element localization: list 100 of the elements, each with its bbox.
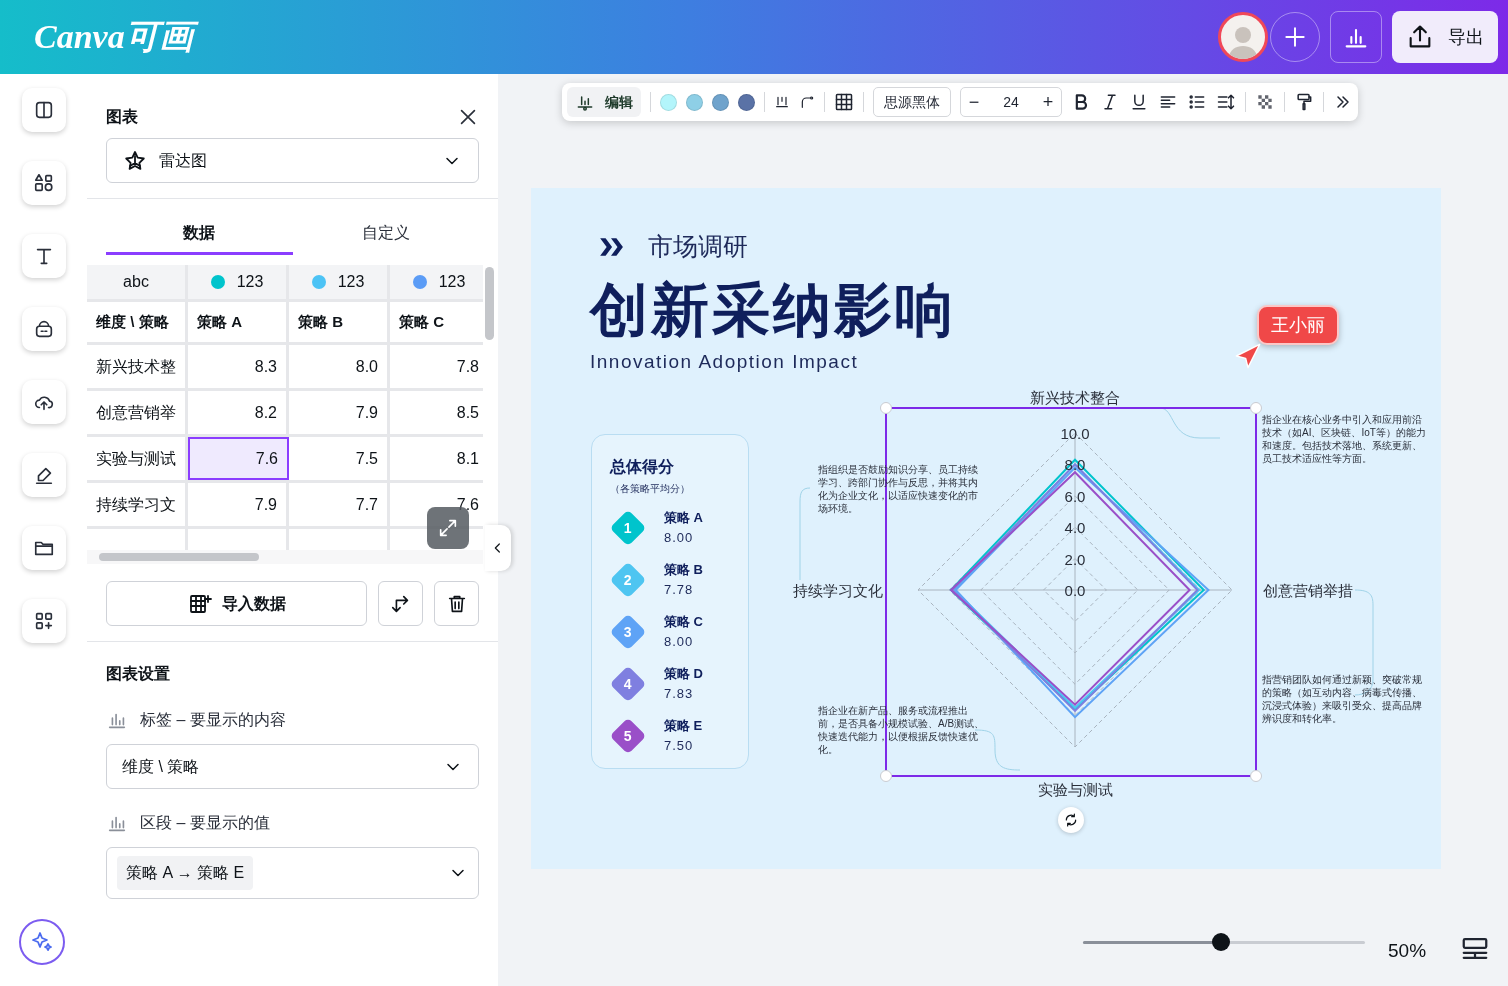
grid-icon[interactable] <box>834 92 854 112</box>
tick-label: 2.0 <box>1064 550 1086 568</box>
paint-roller-icon[interactable] <box>1294 92 1314 112</box>
logo: Canva可画 <box>32 15 203 59</box>
annotation-text: 指营销团队如何通过新颖、突破常规的策略（如互动内容、病毒式传播、沉浸式体验）来吸引受众、提高品牌辨识度和转化率。 <box>1262 673 1423 725</box>
strategy-score: 7.50 <box>664 736 695 755</box>
card-title: 总体得分 <box>610 457 675 477</box>
font-size-value[interactable]: 24 <box>987 91 1035 113</box>
segment-chip: 策略 A → 策略 E <box>117 856 254 890</box>
column-type-label: 123 <box>236 272 264 292</box>
underline-icon[interactable] <box>1129 92 1149 112</box>
shapes-button[interactable] <box>21 161 66 205</box>
table-cell[interactable]: 8.1 <box>390 437 483 480</box>
decrease-button[interactable]: − <box>961 88 987 116</box>
rotate-handle[interactable] <box>1058 807 1084 833</box>
table-cell[interactable]: 新兴技术整 <box>87 345 188 388</box>
folder-button[interactable] <box>21 526 66 570</box>
axis-label: 持续学习文化 <box>793 582 883 599</box>
table-cell[interactable]: 8.0 <box>289 345 390 388</box>
table-cell[interactable]: 7.5 <box>289 437 390 480</box>
segment-dropdown[interactable]: 策略 A → 策略 E <box>106 847 479 899</box>
panel-title: 图表 <box>106 107 138 127</box>
edit-chart-button[interactable]: 编辑 <box>567 87 641 117</box>
curve-icon[interactable] <box>799 94 815 110</box>
field-label: 区段 – 要显示的值 <box>140 813 270 833</box>
table-cell[interactable]: 7.8 <box>390 345 483 388</box>
strategy-score: 7.78 <box>664 580 695 599</box>
color-swatch[interactable] <box>712 93 729 111</box>
swap-button[interactable] <box>378 581 423 626</box>
add-collaborator-button[interactable] <box>1270 12 1320 62</box>
zoom-percentage[interactable]: 50% <box>1388 937 1427 966</box>
import-data-button[interactable]: 导入数据 <box>106 581 367 626</box>
label-dropdown[interactable]: 维度 \ 策略 <box>106 744 479 789</box>
font-dropdown[interactable]: 思源黑体 <box>873 87 951 117</box>
column-type-label: 123 <box>337 272 365 292</box>
horizontal-scrollbar[interactable] <box>87 550 483 564</box>
bullet-list-icon[interactable] <box>1187 92 1207 112</box>
strategy-name: 策略 D <box>664 665 703 683</box>
star-icon <box>123 148 147 173</box>
section-title: 图表设置 <box>105 664 171 684</box>
resize-handle <box>1250 402 1262 414</box>
color-swatch[interactable] <box>738 93 755 111</box>
increase-button[interactable]: + <box>1035 88 1061 116</box>
field-label: 标签 – 要显示的内容 <box>140 710 286 730</box>
table-cell[interactable]: 8.5 <box>390 391 483 434</box>
sparkle-icon <box>30 930 54 954</box>
export-button[interactable]: 导出 <box>1392 11 1498 63</box>
resize-handle <box>880 402 892 414</box>
column-header: 策略 A <box>188 302 289 342</box>
expand-icon <box>437 517 459 539</box>
avatar[interactable] <box>1218 12 1268 62</box>
resize-handle <box>880 770 892 782</box>
vertical-scrollbar[interactable] <box>485 267 494 340</box>
line-spacing-icon[interactable] <box>1216 92 1236 112</box>
axis-label: 新兴技术整合 <box>1030 390 1120 406</box>
resize-handle <box>1250 770 1262 782</box>
tab[interactable]: 数据 <box>106 213 293 255</box>
table-cell[interactable]: 8.3 <box>188 345 289 388</box>
spacing-icon[interactable] <box>774 94 790 110</box>
column-type-label: 123 <box>438 272 466 292</box>
table-cell[interactable]: 持续学习文 <box>87 483 188 526</box>
strategy-name: 策略 E <box>664 717 703 735</box>
tab[interactable]: 自定义 <box>292 213 479 255</box>
zoom-slider[interactable] <box>1083 933 1365 951</box>
table-cell[interactable]: 7.7 <box>289 483 390 526</box>
table-cell[interactable]: 7.9 <box>188 483 289 526</box>
cursor-arrow-icon <box>1234 342 1262 370</box>
chart-type-dropdown[interactable]: 雷达图 <box>106 138 479 183</box>
pen-button[interactable] <box>21 453 66 497</box>
table-cell[interactable]: 8.2 <box>188 391 289 434</box>
card-note: （各策略平均分） <box>610 482 691 496</box>
transparency-icon[interactable] <box>1255 92 1275 112</box>
shapes-icon <box>32 172 55 194</box>
column-header: 维度 \ 策略 <box>87 302 188 342</box>
column-type-cell: abc <box>87 265 188 299</box>
kicker-text: 市场调研 <box>648 231 748 262</box>
magic-button[interactable] <box>19 919 65 965</box>
column-header: 策略 B <box>289 302 390 342</box>
text-button[interactable] <box>21 234 66 278</box>
rotate-icon <box>1063 812 1079 828</box>
slider-thumb[interactable] <box>1212 933 1231 951</box>
color-swatch[interactable] <box>686 93 703 111</box>
delete-button[interactable] <box>434 581 479 626</box>
tick-label: 10.0 <box>1060 425 1090 442</box>
page-subtitle: Innovation Adoption Impact <box>590 350 859 374</box>
color-swatch[interactable] <box>660 93 677 111</box>
layout-button[interactable] <box>21 88 66 132</box>
axis-label: 实验与测试 <box>1037 781 1113 798</box>
comment-bubble[interactable]: 王小丽 <box>1257 305 1339 345</box>
table-cell[interactable]: 创意营销举 <box>87 391 188 434</box>
brand-button[interactable] <box>21 307 66 351</box>
apps-button[interactable] <box>21 599 66 643</box>
insights-button[interactable] <box>1330 11 1382 63</box>
strategy-score: 7.83 <box>664 684 695 703</box>
table-cell[interactable]: 7.6 <box>188 437 289 480</box>
strategy-score: 8.00 <box>664 632 695 651</box>
table-cell[interactable]: 7.9 <box>289 391 390 434</box>
tick-label: 4.0 <box>1064 519 1086 537</box>
cloud-upload-button[interactable] <box>21 380 66 424</box>
page-title: 创新采纳影响 <box>590 281 956 339</box>
